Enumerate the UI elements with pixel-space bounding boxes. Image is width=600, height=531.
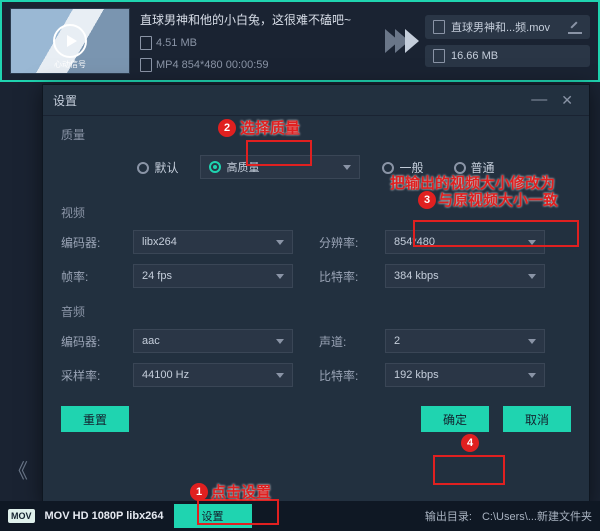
output-name-row[interactable]: 直球男神和...频.mov — [425, 15, 590, 39]
audio-encoder-label: 编码器: — [61, 333, 123, 350]
file-icon — [140, 36, 152, 50]
reset-button[interactable]: 重置 — [61, 406, 129, 432]
source-size: 4.51 MB — [156, 37, 197, 49]
audio-bitrate-select[interactable]: 192 kbps — [385, 363, 545, 387]
output-name: 直球男神和...频.mov — [451, 19, 550, 35]
sample-label: 采样率: — [61, 367, 123, 384]
video-encoder-label: 编码器: — [61, 234, 123, 251]
source-thumbnail[interactable]: 心动信号 — [10, 8, 130, 74]
cancel-button[interactable]: 取消 — [503, 406, 571, 432]
source-format: MP4 854*480 00:00:59 — [156, 59, 269, 71]
settings-dialog: 设置 — ✕ 质量 默认 高质量 一般 普通 视频 编码器: libx264 分… — [42, 84, 590, 504]
annotation-1-text: 点击设置 — [211, 481, 271, 502]
fps-label: 帧率: — [61, 268, 123, 285]
format-label: MOV HD 1080P libx264 — [45, 510, 164, 522]
collapse-button[interactable]: 《 — [4, 445, 32, 493]
channel-select[interactable]: 2 — [385, 329, 545, 353]
audio-bitrate-label: 比特率: — [319, 367, 375, 384]
video-bitrate-select[interactable]: 384 kbps — [385, 264, 545, 288]
annotation-2-text: 选择质量 — [240, 117, 300, 138]
annotation-2-badge: 2 — [218, 119, 236, 137]
file-icon — [433, 20, 445, 34]
dialog-title: 设置 — [53, 92, 77, 109]
minimize-button[interactable]: — — [523, 91, 555, 109]
annotation-1-badge: 1 — [190, 483, 208, 501]
output-dir-label: 输出目录: — [425, 508, 472, 524]
annotation-3-badge: 3 — [418, 191, 436, 209]
thumb-caption: 心动信号 — [54, 59, 86, 70]
format-badge: MOV — [8, 509, 35, 523]
section-audio: 音频 — [43, 293, 589, 324]
ok-button[interactable]: 确定 — [421, 406, 489, 432]
resolution-select[interactable]: 854*480 — [385, 230, 545, 254]
annotation-3-text-b: 与原视频大小一致 — [438, 189, 558, 210]
video-bitrate-label: 比特率: — [319, 268, 375, 285]
edit-icon[interactable] — [568, 20, 582, 34]
quality-high[interactable]: 高质量 — [200, 155, 360, 179]
source-title: 直球男神和他的小白兔，这很难不磕吧~ — [140, 11, 351, 28]
video-encoder-select[interactable]: libx264 — [133, 230, 293, 254]
close-button[interactable]: ✕ — [555, 92, 579, 109]
section-quality: 质量 — [43, 116, 589, 147]
convert-arrow-icon — [385, 29, 415, 53]
output-size-row: 16.66 MB — [425, 45, 590, 67]
annotation-4-badge: 4 — [461, 434, 479, 452]
settings-button[interactable]: 设置 — [174, 504, 252, 528]
quality-default[interactable]: 默认 — [129, 155, 186, 180]
fps-select[interactable]: 24 fps — [133, 264, 293, 288]
resolution-label: 分辨率: — [319, 234, 375, 251]
file-icon — [140, 58, 152, 72]
output-dir[interactable]: C:\Users\...新建文件夹 — [482, 508, 592, 524]
channel-label: 声道: — [319, 333, 375, 350]
audio-encoder-select[interactable]: aac — [133, 329, 293, 353]
output-size: 16.66 MB — [451, 50, 498, 62]
sample-select[interactable]: 44100 Hz — [133, 363, 293, 387]
file-icon — [433, 49, 445, 63]
play-icon — [53, 24, 87, 58]
